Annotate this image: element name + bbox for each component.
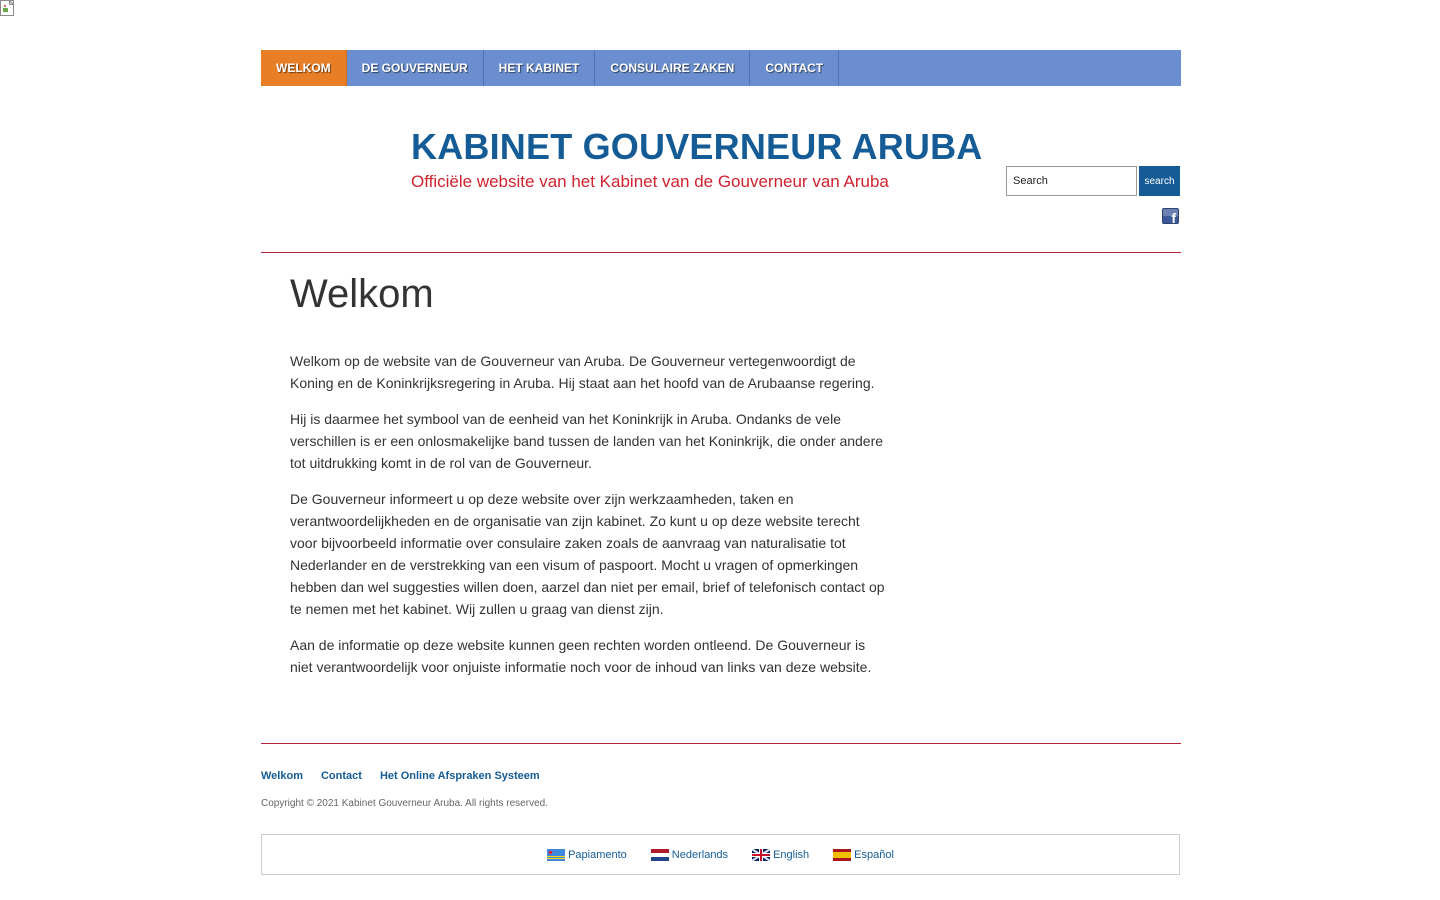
search-button[interactable]: search [1139, 166, 1180, 196]
footer-link-welkom[interactable]: Welkom [261, 770, 303, 782]
header-divider [261, 252, 1181, 253]
lang-label: English [773, 848, 810, 861]
main-nav: WELKOM DE GOUVERNEUR HET KABINET CONSULA… [261, 50, 1181, 86]
nav-item-contact[interactable]: CONTACT [750, 50, 840, 86]
search-input[interactable] [1006, 166, 1137, 196]
lang-english[interactable]: English [752, 848, 810, 861]
uk-flag-icon [752, 848, 771, 861]
lang-label: Español [854, 848, 894, 861]
footer-divider [261, 743, 1181, 744]
content-paragraph: Hij is daarmee het symbool van de eenhei… [290, 411, 884, 471]
nav-item-consulaire-zaken[interactable]: CONSULAIRE ZAKEN [595, 50, 751, 86]
footer-links: Welkom Contact Het Online Afspraken Syst… [261, 770, 540, 782]
lang-papiamento[interactable]: Papiamento [547, 848, 627, 861]
site-subtitle: Officiële website van het Kabinet van de… [411, 172, 889, 191]
facebook-icon[interactable]: f [1162, 208, 1179, 224]
broken-image-icon [0, 0, 15, 16]
main-content: Welkom op de website van de Gouverneur v… [290, 350, 888, 692]
content-paragraph: Aan de informatie op deze website kunnen… [290, 637, 872, 675]
lang-label: Papiamento [568, 848, 627, 861]
lang-nederlands[interactable]: Nederlands [650, 848, 729, 861]
netherlands-flag-icon [650, 848, 669, 861]
spain-flag-icon [833, 848, 852, 861]
page-title: Welkom [290, 272, 434, 316]
language-switcher: Papiamento Nederlands English Español [261, 834, 1180, 875]
nav-item-het-kabinet[interactable]: HET KABINET [484, 50, 596, 86]
lang-label: Nederlands [671, 848, 729, 861]
content-paragraph: Welkom op de website van de Gouverneur v… [290, 353, 875, 391]
nav-item-welkom[interactable]: WELKOM [261, 50, 347, 86]
footer-link-afspraken[interactable]: Het Online Afspraken Systeem [380, 770, 540, 782]
aruba-flag-icon [547, 848, 566, 861]
nav-item-de-gouverneur[interactable]: DE GOUVERNEUR [347, 50, 484, 86]
lang-espanol[interactable]: Español [833, 848, 894, 861]
content-paragraph: De Gouverneur informeert u op deze websi… [290, 491, 885, 617]
footer-link-contact[interactable]: Contact [321, 770, 362, 782]
copyright: Copyright © 2021 Kabinet Gouverneur Arub… [261, 798, 548, 809]
site-title[interactable]: KABINET GOUVERNEUR ARUBA [411, 126, 982, 168]
